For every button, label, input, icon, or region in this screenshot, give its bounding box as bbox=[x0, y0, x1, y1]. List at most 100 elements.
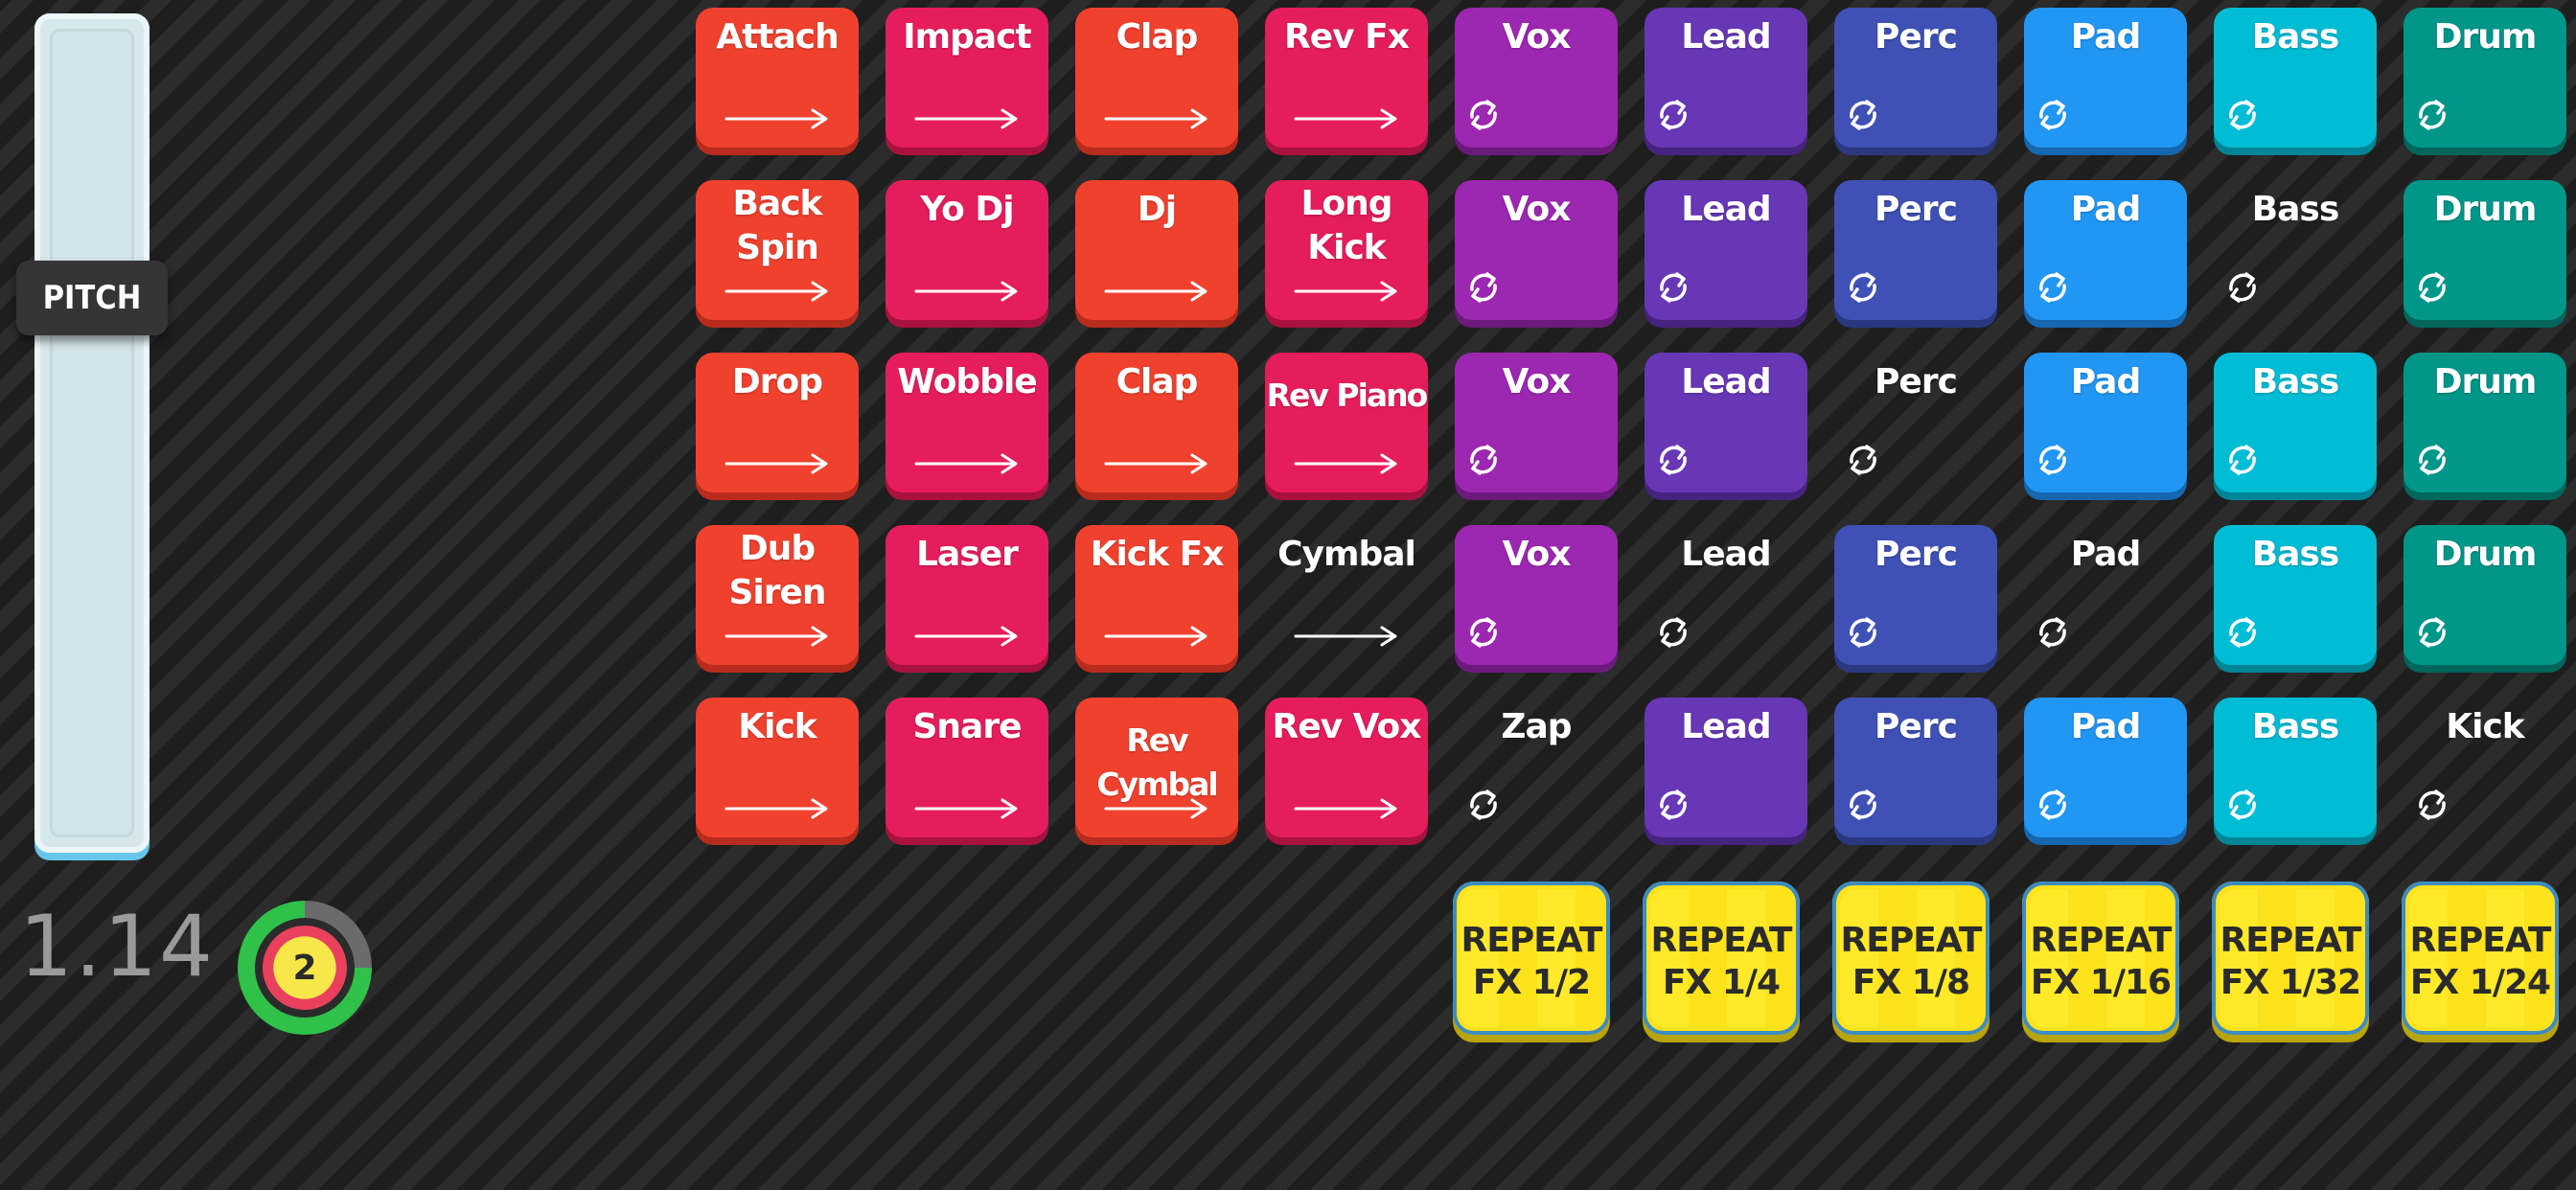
pad-label: Pad bbox=[2070, 535, 2141, 574]
pitch-slider[interactable] bbox=[34, 13, 150, 853]
loop-icon bbox=[1850, 617, 1876, 648]
pad-label: Pad bbox=[2070, 17, 2141, 57]
pad-label: Rev Piano bbox=[1266, 377, 1429, 414]
pad-loop[interactable]: Pad bbox=[2024, 698, 2187, 837]
pad-oneshot[interactable]: Attach bbox=[696, 8, 859, 148]
pad-loop[interactable]: Bass bbox=[2214, 180, 2377, 320]
pad-oneshot[interactable]: Back Spin bbox=[696, 180, 859, 320]
pad-oneshot[interactable]: Wobble bbox=[886, 353, 1048, 492]
pad-loop[interactable]: Pad bbox=[2024, 353, 2187, 492]
pad-loop[interactable]: Vox bbox=[1455, 180, 1618, 320]
loop-icon bbox=[2229, 617, 2256, 648]
pad-label: Perc bbox=[1874, 707, 1958, 746]
pad-loop[interactable]: Drum bbox=[2404, 525, 2566, 665]
repeat-fx-button[interactable]: REPEAT FX 1/8 bbox=[1832, 881, 1990, 1035]
pad-loop[interactable]: Pad bbox=[2024, 180, 2187, 320]
pitch-slider-handle[interactable]: PITCH bbox=[15, 261, 169, 335]
pad-loop[interactable]: Perc bbox=[1834, 525, 1997, 665]
repeat-fx-label: REPEAT FX 1/16 bbox=[2030, 921, 2173, 1002]
pad-oneshot[interactable]: Rev Fx bbox=[1265, 8, 1428, 148]
repeat-fx-button[interactable]: REPEAT FX 1/4 bbox=[1643, 881, 1800, 1035]
pad-oneshot[interactable]: Laser bbox=[886, 525, 1048, 665]
loop-icon bbox=[2229, 100, 2256, 130]
pad-loop[interactable]: Vox bbox=[1455, 353, 1618, 492]
pitch-label: PITCH bbox=[42, 279, 142, 317]
pad-loop[interactable]: Perc bbox=[1834, 353, 1997, 492]
pad-loop[interactable]: Pad bbox=[2024, 525, 2187, 665]
pad-label: Perc bbox=[1874, 362, 1958, 401]
pad-label: Back Spin bbox=[732, 184, 822, 267]
pad-label: Drum bbox=[2433, 190, 2538, 229]
pad-label: Clap bbox=[1116, 362, 1199, 401]
loop-icon bbox=[1850, 100, 1876, 130]
loop-icon bbox=[2039, 100, 2066, 130]
pad-loop[interactable]: Lead bbox=[1644, 698, 1807, 837]
loop-icon bbox=[2229, 445, 2256, 475]
pad-loop[interactable]: Drum bbox=[2404, 180, 2566, 320]
pad-loop[interactable]: Lead bbox=[1644, 180, 1807, 320]
arrow-right-icon bbox=[914, 281, 1018, 302]
pad-label: Laser bbox=[916, 535, 1019, 574]
arrow-right-icon bbox=[1294, 798, 1397, 819]
pad-loop[interactable]: Zap bbox=[1455, 698, 1618, 837]
pad-oneshot[interactable]: Dj bbox=[1075, 180, 1238, 320]
arrow-right-icon bbox=[724, 108, 828, 129]
pad-oneshot[interactable]: Rev Piano bbox=[1265, 353, 1428, 492]
pad-oneshot[interactable]: Clap bbox=[1075, 8, 1238, 148]
repeat-fx-button[interactable]: REPEAT FX 1/2 bbox=[1453, 881, 1610, 1035]
pad-loop[interactable]: Bass bbox=[2214, 525, 2377, 665]
arrow-right-icon bbox=[1104, 108, 1208, 129]
pad-oneshot[interactable]: Clap bbox=[1075, 353, 1238, 492]
arrow-right-icon bbox=[1294, 281, 1397, 302]
pad-loop[interactable]: Perc bbox=[1834, 180, 1997, 320]
pad-oneshot[interactable]: Cymbal bbox=[1265, 525, 1428, 665]
pad-oneshot[interactable]: Dub Siren bbox=[696, 525, 859, 665]
arrow-right-icon bbox=[1104, 453, 1208, 474]
pad-loop[interactable]: Perc bbox=[1834, 8, 1997, 148]
pad-loop[interactable]: Lead bbox=[1644, 525, 1807, 665]
loop-icon bbox=[2419, 445, 2446, 475]
pad-oneshot[interactable]: Long Kick bbox=[1265, 180, 1428, 320]
repeat-fx-label: REPEAT FX 1/8 bbox=[1840, 921, 1983, 1002]
pad-oneshot[interactable]: Kick Fx bbox=[1075, 525, 1238, 665]
pad-loop[interactable]: Bass bbox=[2214, 353, 2377, 492]
pad-loop[interactable]: Drum bbox=[2404, 8, 2566, 148]
pad-oneshot[interactable]: Kick bbox=[696, 698, 859, 837]
pad-label: Cymbal bbox=[1277, 535, 1416, 574]
pad-label: Kick Fx bbox=[1090, 535, 1225, 574]
pad-oneshot[interactable]: Snare bbox=[886, 698, 1048, 837]
pad-loop[interactable]: Lead bbox=[1644, 8, 1807, 148]
pad-loop[interactable]: Lead bbox=[1644, 353, 1807, 492]
pad-oneshot[interactable]: Impact bbox=[886, 8, 1048, 148]
pad-oneshot[interactable]: Yo Dj bbox=[886, 180, 1048, 320]
pad-label: Kick bbox=[2446, 707, 2525, 746]
pad-loop[interactable]: Vox bbox=[1455, 525, 1618, 665]
pad-label: Rev Cymbal bbox=[1096, 721, 1218, 803]
pad-loop[interactable]: Bass bbox=[2214, 8, 2377, 148]
pad-loop[interactable]: Kick bbox=[2404, 698, 2566, 837]
pad-oneshot[interactable]: Rev Vox bbox=[1265, 698, 1428, 837]
pad-label: Bass bbox=[2251, 17, 2340, 57]
pad-label: Pad bbox=[2070, 190, 2141, 229]
loop-icon bbox=[1470, 100, 1497, 130]
pad-label: Bass bbox=[2251, 707, 2340, 746]
pad-loop[interactable]: Drum bbox=[2404, 353, 2566, 492]
pad-label: Zap bbox=[1501, 707, 1572, 746]
repeat-fx-button[interactable]: REPEAT FX 1/32 bbox=[2212, 881, 2369, 1035]
repeat-fx-button[interactable]: REPEAT FX 1/24 bbox=[2402, 881, 2559, 1035]
pad-oneshot[interactable]: Drop bbox=[696, 353, 859, 492]
arrow-right-icon bbox=[914, 453, 1018, 474]
pad-label: Vox bbox=[1502, 535, 1572, 574]
pad-loop[interactable]: Vox bbox=[1455, 8, 1618, 148]
pad-loop[interactable]: Pad bbox=[2024, 8, 2187, 148]
pad-label: Rev Vox bbox=[1272, 707, 1422, 746]
pad-label: Perc bbox=[1874, 17, 1958, 57]
pad-loop[interactable]: Bass bbox=[2214, 698, 2377, 837]
loop-icon bbox=[2419, 100, 2446, 130]
loop-icon bbox=[2419, 790, 2446, 820]
repeat-fx-button[interactable]: REPEAT FX 1/16 bbox=[2022, 881, 2179, 1035]
pad-loop[interactable]: Perc bbox=[1834, 698, 1997, 837]
pad-oneshot[interactable]: Rev Cymbal bbox=[1075, 698, 1238, 837]
pad-label: Impact bbox=[903, 17, 1032, 57]
loop-icon bbox=[1850, 272, 1876, 303]
